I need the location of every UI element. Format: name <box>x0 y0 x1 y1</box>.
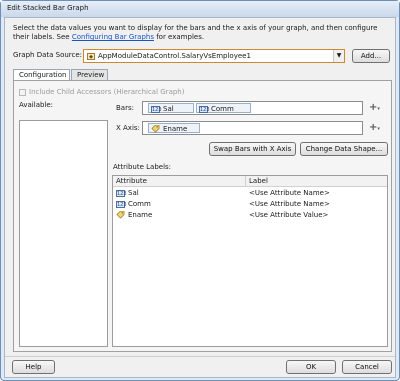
data-source-value: AppModuleDataControl.SalaryVsEmployee1 <box>98 52 251 60</box>
available-label: Available: <box>19 101 54 109</box>
chevron-down-icon[interactable]: ▼ <box>333 50 344 62</box>
x-axis-label: X Axis: <box>116 124 140 132</box>
column-header-label[interactable]: Label <box>246 176 387 187</box>
dialog-body: Select the data values you want to displ… <box>4 17 396 378</box>
numeric-attribute-icon: 123 <box>199 105 210 113</box>
numeric-attribute-icon: 123 <box>151 105 162 113</box>
x-axis-chip-ename[interactable]: Ename <box>148 123 200 133</box>
bars-chip-sal[interactable]: 123Sal <box>148 103 194 113</box>
include-child-accessors-checkbox[interactable] <box>19 88 26 96</box>
data-source-combo[interactable]: ◆ AppModuleDataControl.SalaryVsEmployee1 … <box>83 49 345 63</box>
help-button[interactable]: Help <box>12 360 55 374</box>
bars-chip-comm[interactable]: 123Comm <box>196 103 251 113</box>
include-child-accessors[interactable]: Include Child Accessors (Hierarchical Gr… <box>19 88 184 96</box>
data-source-label: Graph Data Source: <box>13 51 83 59</box>
configuring-bar-graphs-link[interactable]: Configuring Bar Graphs <box>72 33 154 41</box>
label-cell[interactable]: <Use Attribute Value> <box>246 210 328 220</box>
edit-stacked-bar-graph-dialog: Edit Stacked Bar Graph Select the data v… <box>0 0 400 381</box>
instructions-text-end: for examples. <box>153 33 205 41</box>
ok-button[interactable]: OK <box>286 360 336 374</box>
attribute-cell: 123Comm <box>113 199 151 209</box>
available-attributes-list[interactable] <box>19 120 108 347</box>
label-cell[interactable]: <Use Attribute Name> <box>246 199 330 209</box>
attribute-cell: Ename <box>113 210 152 220</box>
instructions: Select the data values you want to displ… <box>13 24 393 42</box>
swap-bars-with-x-axis-button[interactable]: Swap Bars with X Axis <box>209 142 296 156</box>
bars-label: Bars: <box>116 104 134 112</box>
attribute-labels-label: Attribute Labels: <box>113 163 172 171</box>
attribute-cell: 123Sal <box>113 188 139 198</box>
bars-chip-label: Sal <box>163 105 174 113</box>
attribute-name: Ename <box>128 211 153 219</box>
attribute-name: Sal <box>128 189 139 197</box>
table-row[interactable]: 123Sal <Use Attribute Name> <box>113 188 387 198</box>
dialog-title: Edit Stacked Bar Graph <box>1 1 399 17</box>
table-header: Attribute Label <box>113 176 387 187</box>
add-data-source-button[interactable]: Add... <box>352 49 390 63</box>
footer-divider <box>5 356 395 357</box>
x-axis-field[interactable]: Ename <box>142 121 363 135</box>
bars-chip-label: Comm <box>211 105 234 113</box>
label-cell[interactable]: <Use Attribute Name> <box>246 188 330 198</box>
cancel-button[interactable]: Cancel <box>342 360 392 374</box>
attribute-name: Comm <box>128 200 151 208</box>
column-header-attribute[interactable]: Attribute <box>113 176 246 187</box>
x-axis-chip-label: Ename <box>163 125 188 133</box>
include-child-accessors-label: Include Child Accessors (Hierarchical Gr… <box>29 88 185 96</box>
attribute-labels-table: Attribute Label 123Sal <Use Attribute Na… <box>112 175 388 347</box>
add-x-axis-icon[interactable]: +▾ <box>369 122 383 134</box>
add-bar-icon[interactable]: +▾ <box>369 102 383 114</box>
tag-attribute-icon <box>116 211 125 219</box>
numeric-attribute-icon: 123 <box>116 200 127 208</box>
tag-attribute-icon <box>151 125 160 133</box>
change-data-shape-button[interactable]: Change Data Shape... <box>300 142 388 156</box>
numeric-attribute-icon: 123 <box>116 189 127 197</box>
table-row[interactable]: 123Comm <Use Attribute Name> <box>113 199 387 209</box>
configuration-panel: Include Child Accessors (Hierarchical Gr… <box>13 80 392 352</box>
table-row[interactable]: Ename <Use Attribute Value> <box>113 210 387 220</box>
data-control-icon: ◆ <box>87 52 95 60</box>
bars-field[interactable]: 123Sal 123Comm <box>142 101 363 115</box>
